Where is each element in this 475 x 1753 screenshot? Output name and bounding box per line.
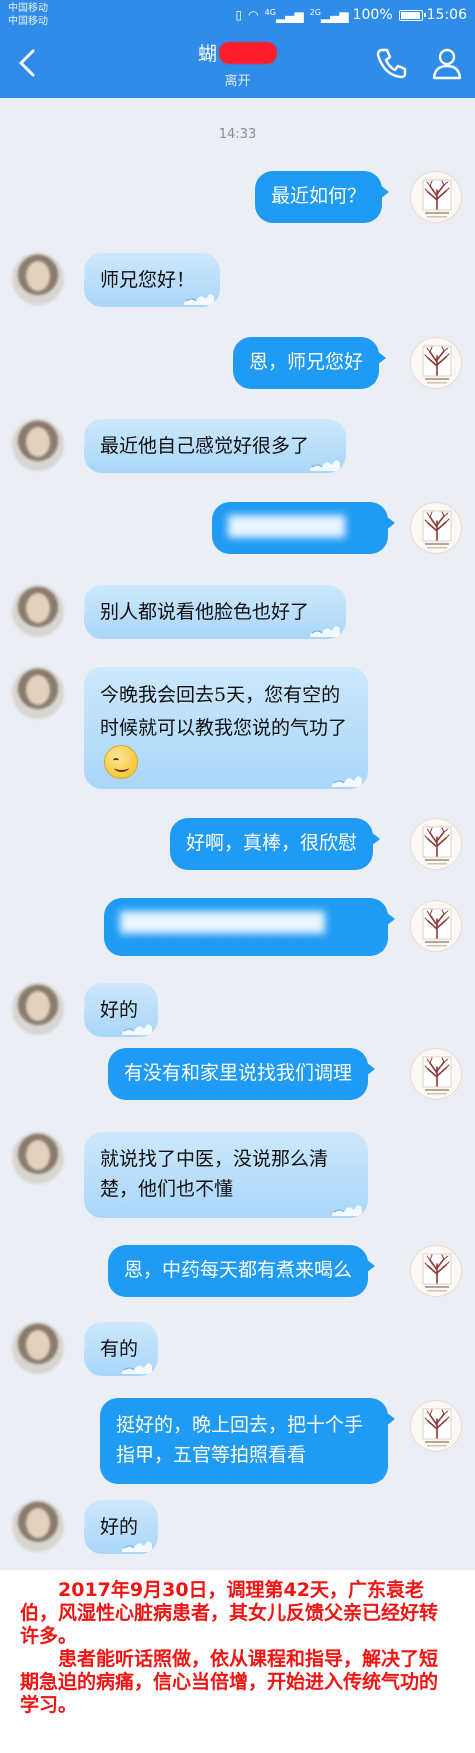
network-1-icon: 4G▂▄▆: [264, 7, 304, 23]
tree-logo-icon: [422, 345, 452, 384]
network-2-icon: 2G▂▄▆: [309, 7, 349, 23]
outgoing-message[interactable]: 有没有和家里说找我们调理: [108, 1048, 376, 1100]
outgoing-message[interactable]: 最近如何？: [255, 171, 390, 223]
outgoing-message[interactable]: 好啊，真棒，很欣慰: [170, 818, 381, 870]
wave-decoration-icon: [122, 1024, 152, 1035]
carrier-info: 中国移动 中国移动: [8, 2, 48, 28]
contact-avatar[interactable]: [12, 1322, 64, 1374]
contact-avatar[interactable]: [12, 667, 64, 719]
profile-button[interactable]: [428, 44, 466, 82]
carrier-label-1: 中国移动: [8, 3, 48, 14]
contact-avatar[interactable]: [12, 585, 64, 637]
tree-logo-icon: [422, 179, 452, 218]
chat-timestamp: 14:33: [218, 127, 257, 142]
outgoing-message[interactable]: 恩，师兄您好: [233, 337, 387, 389]
message-text: 别人都说看他脸色也好了: [100, 601, 310, 623]
org-avatar[interactable]: [410, 1400, 462, 1452]
wave-decoration-icon: [310, 626, 340, 637]
outgoing-message[interactable]: 挺好的，晚上回去，把十个手指甲，五官等拍照看看: [100, 1398, 395, 1484]
battery-fill: [400, 11, 420, 19]
wave-decoration-icon: [310, 460, 340, 471]
message-text: 师兄您好！: [100, 269, 196, 291]
wave-decoration-icon: [184, 294, 214, 305]
caption-paragraph-1: 2017年9月30日，调理第42天，广东袁老伯，风湿性心脏病患者，其女儿反馈父亲…: [20, 1579, 439, 1647]
org-avatar[interactable]: [410, 900, 462, 952]
message-text: 就说找了中医，没说那么清楚，他们也不懂: [100, 1148, 329, 1200]
contact-avatar[interactable]: [12, 1500, 64, 1552]
incoming-message[interactable]: 师兄您好！: [84, 253, 220, 307]
message-text: 好的: [100, 999, 139, 1021]
smile-emoji-icon: [104, 745, 138, 779]
battery-percent: 100%: [352, 7, 393, 23]
outgoing-message-redacted[interactable]: ████████: [212, 502, 395, 554]
outgoing-message[interactable]: 恩，中药每天都有煮来喝么: [108, 1245, 376, 1297]
wave-decoration-icon: [332, 1205, 362, 1216]
message-text: 挺好的，晚上回去，把十个手指甲，五官等拍照看看: [116, 1414, 364, 1466]
message-text: 好啊，真棒，很欣慰: [186, 832, 358, 854]
user-icon: [432, 48, 462, 80]
message-text: 最近如何？: [271, 185, 367, 207]
message-text: 恩，师兄您好: [249, 351, 364, 373]
wave-decoration-icon: [332, 776, 362, 787]
org-avatar[interactable]: [410, 171, 462, 223]
tree-logo-icon: [422, 1408, 452, 1447]
tree-logo-icon: [422, 908, 452, 947]
incoming-message[interactable]: 今晚我会回去5天，您有空的时候就可以教我您说的气功了: [84, 667, 368, 789]
wave-decoration-icon: [122, 1363, 152, 1374]
incoming-message[interactable]: 别人都说看他脸色也好了: [84, 585, 346, 639]
battery-icon: [398, 9, 426, 21]
redacted-text: ██████████████: [120, 912, 325, 934]
contact-avatar[interactable]: [12, 983, 64, 1035]
incoming-message[interactable]: 有的: [84, 1322, 158, 1376]
carrier-label-2: 中国移动: [8, 16, 48, 27]
incoming-message[interactable]: 就说找了中医，没说那么清楚，他们也不懂: [84, 1132, 368, 1218]
chat-header: 蝴 离开: [0, 30, 475, 98]
message-text: 恩，中药每天都有煮来喝么: [124, 1259, 353, 1281]
phone-icon: [376, 48, 407, 79]
tree-logo-icon: [422, 1056, 452, 1095]
call-button[interactable]: [372, 44, 410, 82]
status-icons: ▯ ◠ 4G▂▄▆ 2G▂▄▆ 100% 15:06: [230, 6, 467, 24]
wifi-icon: ◠: [248, 8, 259, 22]
outgoing-message-redacted[interactable]: ██████████████: [104, 898, 395, 956]
message-text: 今晚我会回去5天，您有空的时候就可以教我您说的气功了: [100, 684, 348, 739]
tree-logo-icon: [422, 826, 452, 865]
message-text: 最近他自己感觉好很多了: [100, 435, 310, 457]
org-avatar[interactable]: [410, 502, 462, 554]
tree-logo-icon: [422, 510, 452, 549]
contact-avatar[interactable]: [12, 419, 64, 471]
status-bar: 中国移动 中国移动 ▯ ◠ 4G▂▄▆ 2G▂▄▆ 100% 15:06: [0, 0, 475, 30]
org-avatar[interactable]: [410, 1048, 462, 1100]
message-text: 好的: [100, 1516, 139, 1538]
incoming-message[interactable]: 好的: [84, 1500, 158, 1554]
org-avatar[interactable]: [410, 1245, 462, 1297]
vibrate-icon: ▯: [235, 8, 243, 22]
caption-panel: 2017年9月30日，调理第42天，广东袁老伯，风湿性心脏病患者，其女儿反馈父亲…: [0, 1570, 475, 1753]
incoming-message[interactable]: 好的: [84, 983, 158, 1037]
caption-paragraph-2: 患者能听话照做，依从课程和指导，解决了短期急迫的病痛，信心当倍增，开始进入传统气…: [20, 1648, 439, 1716]
redacted-text: ████████: [228, 516, 345, 538]
org-avatar[interactable]: [410, 818, 462, 870]
org-avatar[interactable]: [410, 337, 462, 389]
contact-avatar[interactable]: [12, 253, 64, 305]
tree-logo-icon: [422, 1253, 452, 1292]
incoming-message[interactable]: 最近他自己感觉好很多了: [84, 419, 346, 473]
wave-decoration-icon: [122, 1541, 152, 1552]
clock: 15:06: [426, 7, 467, 23]
name-redaction: [219, 42, 277, 64]
contact-avatar[interactable]: [12, 1132, 64, 1184]
message-text: 有的: [100, 1338, 139, 1360]
message-text: 有没有和家里说找我们调理: [124, 1062, 353, 1084]
